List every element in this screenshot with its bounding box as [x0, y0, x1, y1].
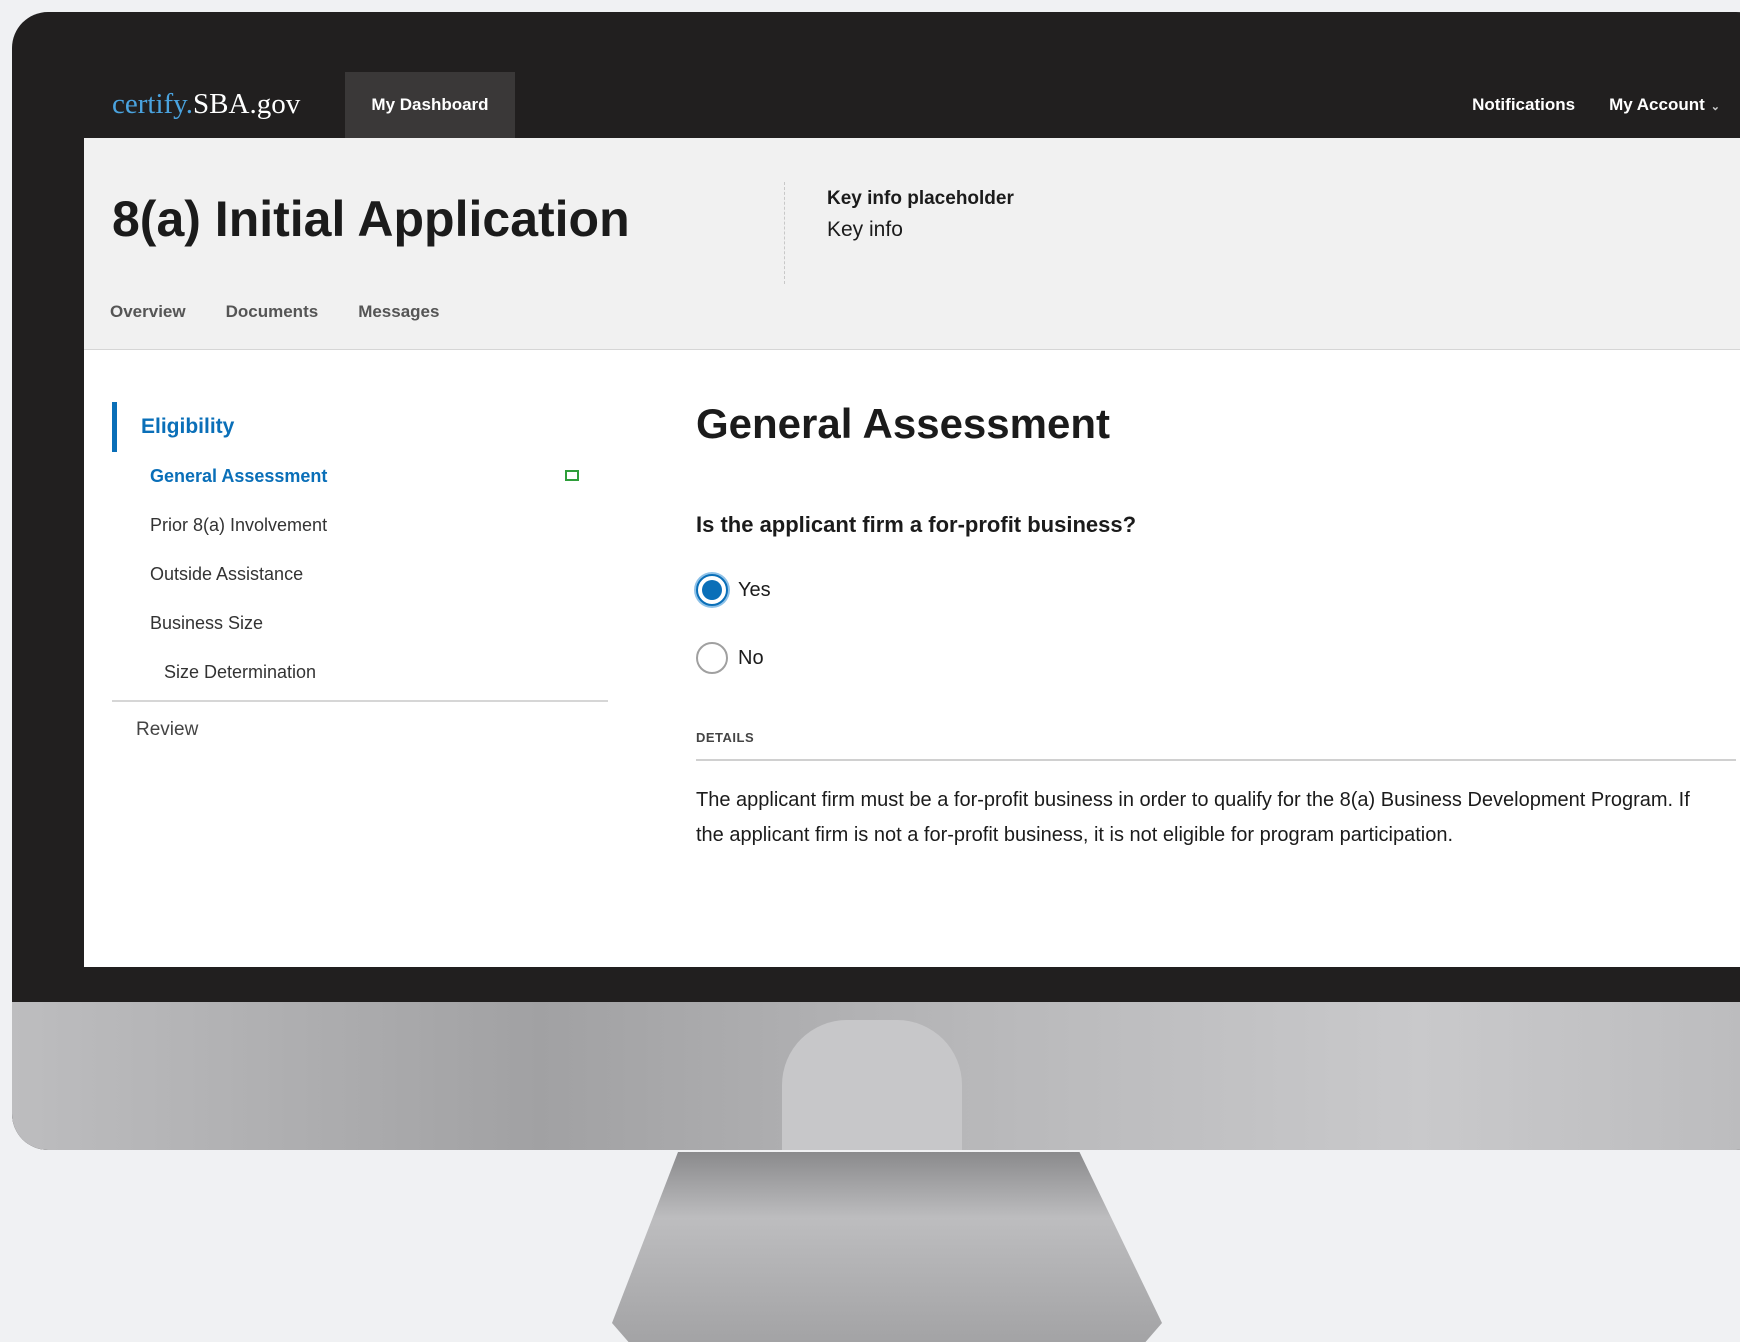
- details-divider: [696, 759, 1736, 761]
- sidebar-item-label: Prior 8(a) Involvement: [150, 515, 328, 535]
- sidebar-item-size-determination[interactable]: Size Determination: [112, 648, 608, 697]
- application-subnav: Overview Documents Messages: [110, 302, 439, 322]
- main-content: General Assessment Is the applicant firm…: [696, 400, 1736, 853]
- monitor-stand: [612, 1152, 1162, 1342]
- app-screen: certify.SBA.gov My Dashboard Notificatio…: [84, 72, 1740, 967]
- sidebar-item-label: General Assessment: [150, 466, 328, 486]
- radio-option-yes[interactable]: Yes: [696, 574, 1736, 606]
- monitor-chin: [12, 1002, 1740, 1150]
- chin-highlight: [782, 1020, 962, 1150]
- sidebar-item-label: Business Size: [150, 613, 264, 633]
- notifications-link[interactable]: Notifications: [1472, 95, 1575, 115]
- sidebar-item-label: Size Determination: [164, 662, 317, 682]
- my-account-menu[interactable]: My Account ⌄: [1609, 95, 1720, 115]
- page-title: 8(a) Initial Application: [112, 191, 630, 247]
- radio-button-checked[interactable]: [696, 574, 728, 606]
- tab-documents[interactable]: Documents: [226, 302, 319, 322]
- radio-label-no: No: [738, 646, 764, 669]
- sidebar-nav: Eligibility General Assessment Prior 8(a…: [112, 402, 608, 752]
- radio-option-no[interactable]: No: [696, 642, 1736, 674]
- sidebar-item-review[interactable]: Review: [112, 708, 608, 752]
- details-text: The applicant firm must be a for-profit …: [696, 789, 1690, 846]
- sidebar-item-outside-assistance[interactable]: Outside Assistance: [112, 550, 608, 599]
- monitor-frame: certify.SBA.gov My Dashboard Notificatio…: [12, 12, 1740, 1150]
- key-info-value: Key info: [827, 218, 903, 241]
- radio-label-yes: Yes: [738, 578, 771, 601]
- complete-check-icon: [565, 470, 579, 481]
- sidebar-section-eligibility[interactable]: Eligibility: [112, 402, 608, 452]
- brand-prefix: certify.: [112, 88, 194, 120]
- sidebar-item-business-size[interactable]: Business Size: [112, 599, 608, 648]
- my-account-label: My Account: [1609, 95, 1705, 114]
- brand-logo[interactable]: certify.SBA.gov: [112, 88, 300, 121]
- radio-button-unchecked[interactable]: [696, 642, 728, 674]
- sidebar-item-prior-8a-involvement[interactable]: Prior 8(a) Involvement: [112, 501, 608, 550]
- tab-messages[interactable]: Messages: [358, 302, 439, 322]
- brand-domain: SBA.gov: [193, 88, 301, 120]
- key-info: Key info placeholder Key info: [827, 188, 1014, 242]
- key-info-label: Key info placeholder: [827, 188, 1014, 209]
- sidebar-item-general-assessment[interactable]: General Assessment: [112, 452, 608, 501]
- header-divider: [784, 182, 785, 284]
- my-dashboard-tab[interactable]: My Dashboard: [345, 72, 515, 138]
- top-nav: certify.SBA.gov My Dashboard Notificatio…: [84, 72, 1740, 138]
- application-header: 8(a) Initial Application Key info placeh…: [84, 138, 1740, 350]
- tab-overview[interactable]: Overview: [110, 302, 186, 322]
- section-title: General Assessment: [696, 400, 1110, 447]
- sidebar-item-label: Outside Assistance: [150, 564, 304, 584]
- sidebar-divider: [112, 700, 608, 702]
- chevron-down-icon: ⌄: [1710, 101, 1720, 113]
- top-nav-right: Notifications My Account ⌄: [1472, 72, 1720, 138]
- question-label: Is the applicant firm a for-profit busin…: [696, 512, 1137, 537]
- details-heading: DETAILS: [696, 730, 755, 745]
